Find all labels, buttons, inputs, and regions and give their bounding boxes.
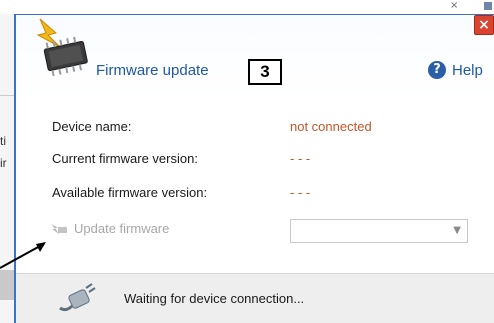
status-text: Waiting for device connection... <box>124 291 305 306</box>
help-label: Help <box>452 61 483 79</box>
update-firmware-button[interactable]: Update firmware <box>50 221 169 236</box>
plug-icon <box>59 283 96 312</box>
available-firmware-label: Available firmware version: <box>52 185 208 200</box>
screen: × ti ir × Firmware update 3 ? Help Devic… <box>0 0 494 323</box>
current-firmware-value: - - - <box>290 151 311 166</box>
background-app-topbar <box>0 0 494 14</box>
device-name-label: Device name: <box>52 119 132 134</box>
current-firmware-label: Current firmware version: <box>52 151 198 166</box>
update-firmware-label: Update firmware <box>74 221 170 236</box>
step-badge: 3 <box>248 59 282 85</box>
status-bar: Waiting for device connection... <box>16 273 494 323</box>
background-close-icon[interactable]: × <box>450 0 458 11</box>
chevron-down-icon: ▼ <box>453 225 461 236</box>
close-button[interactable]: × <box>474 15 494 35</box>
firmware-version-select[interactable]: ▼ <box>290 219 468 243</box>
firmware-update-dialog: × Firmware update 3 ? Help Device name: … <box>14 14 494 323</box>
update-firmware-icon <box>51 223 67 234</box>
device-name-value: not connected <box>290 119 372 134</box>
help-link[interactable]: ? Help <box>428 61 483 79</box>
dialog-title: Firmware update <box>96 62 209 79</box>
background-square-icon <box>484 2 492 10</box>
help-icon: ? <box>428 61 446 79</box>
available-firmware-value: - - - <box>290 185 311 200</box>
close-icon: × <box>478 17 490 33</box>
chip-icon <box>36 18 88 77</box>
